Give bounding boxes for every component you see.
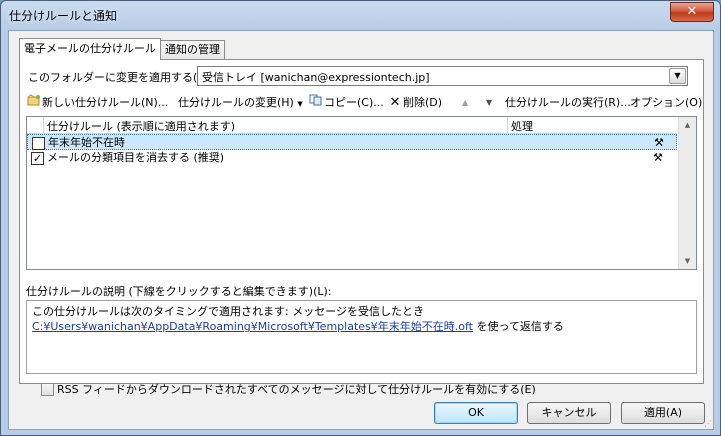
- new-rule-icon: [26, 94, 42, 112]
- copy-label: コピー(C)...: [324, 96, 384, 109]
- delete-x-icon: ✕: [389, 95, 401, 110]
- change-rule-label: 仕分けルールの変更(H): [178, 96, 294, 109]
- resize-grip-icon[interactable]: ⋰: [704, 419, 712, 428]
- options-button[interactable]: オプション(O): [630, 94, 702, 112]
- run-rules-button[interactable]: 仕分けルールの実行(R)...: [505, 94, 631, 112]
- new-rule-label: 新しい仕分けルール(N)...: [42, 96, 169, 109]
- rule-name: メールの分類項目を消去する (推奨): [47, 151, 225, 164]
- move-up-button[interactable]: ▲: [462, 94, 468, 112]
- change-rule-button[interactable]: 仕分けルールの変更(H) ▼: [178, 94, 303, 112]
- dropdown-arrow-icon: ▼: [297, 100, 303, 108]
- column-divider[interactable]: [507, 117, 508, 133]
- rule-enabled-checkbox[interactable]: ✓: [31, 152, 44, 165]
- chevron-down-icon[interactable]: ▼: [669, 68, 686, 84]
- rules-dialog-window: 仕分けルールと通知 ✕ 電子メールの仕分けルール 通知の管理 このフォルダーに変…: [0, 0, 721, 436]
- new-rule-button[interactable]: 新しい仕分けルール(N)...: [26, 94, 168, 112]
- rule-enabled-checkbox[interactable]: [32, 137, 45, 150]
- copy-rule-button[interactable]: コピー(C)...: [308, 94, 384, 112]
- column-header-action[interactable]: 処理: [511, 118, 533, 134]
- description-line-1: この仕分けルールは次のタイミングで適用されます: メッセージを受信したとき: [32, 305, 424, 318]
- rule-action-icon: ⚒: [653, 151, 663, 164]
- template-path-link[interactable]: C:¥Users¥wanichan¥AppData¥Roaming¥Micros…: [32, 320, 473, 333]
- options-label: オプション(O): [630, 96, 703, 109]
- move-down-button[interactable]: ▼: [486, 94, 492, 112]
- column-header-rule[interactable]: 仕分けルール (表示順に適用されます): [47, 118, 235, 134]
- scroll-down-arrow-icon[interactable]: ▼: [679, 253, 696, 269]
- rule-action-icon: ⚒: [654, 136, 664, 149]
- rule-description-box: この仕分けルールは次のタイミングで適用されます: メッセージを受信したとき C:…: [26, 300, 697, 374]
- rss-rules-label[interactable]: RSS フィードからダウンロードされたすべてのメッセージに対して仕分けルールを有…: [57, 381, 536, 397]
- rule-name: 年末年始不在時: [48, 136, 125, 149]
- dialog-client-area: 電子メールの仕分けルール 通知の管理 このフォルダーに変更を適用する(F): 受…: [8, 30, 714, 430]
- apply-button[interactable]: 適用(A): [621, 402, 705, 424]
- folder-select[interactable]: 受信トレイ [wanichan@expressiontech.jp] ▼: [197, 66, 688, 86]
- rss-rules-checkbox[interactable]: [41, 383, 54, 396]
- scroll-up-arrow-icon[interactable]: ▲: [679, 117, 696, 133]
- cancel-button[interactable]: キャンセル: [527, 402, 611, 424]
- description-line-2-suffix: を使って返信する: [472, 320, 564, 333]
- rules-list[interactable]: 仕分けルール (表示順に適用されます) 処理 年末年始不在時 ⚒ ✓ メールの分…: [26, 116, 697, 270]
- rules-list-header: 仕分けルール (表示順に適用されます) 処理: [27, 117, 677, 134]
- rule-row[interactable]: ✓ メールの分類項目を消去する (推奨) ⚒: [27, 150, 677, 166]
- title-bar: 仕分けルールと通知 ✕: [1, 1, 720, 29]
- folder-select-value: 受信トレイ [wanichan@expressiontech.jp]: [202, 71, 430, 84]
- rule-row[interactable]: 年末年始不在時 ⚒: [27, 134, 677, 150]
- folder-label: このフォルダーに変更を適用する(F):: [28, 71, 212, 84]
- rules-list-scrollbar[interactable]: ▲ ▼: [678, 117, 696, 269]
- arrow-up-icon: ▲: [462, 98, 469, 107]
- description-label: 仕分けルールの説明 (下線をクリックすると編集できます)(L):: [26, 285, 332, 298]
- run-rules-label: 仕分けルールの実行(R)...: [505, 96, 631, 109]
- close-button[interactable]: ✕: [670, 2, 714, 22]
- window-title: 仕分けルールと通知: [9, 9, 118, 23]
- tab-email-rules[interactable]: 電子メールの仕分けルール: [19, 38, 161, 60]
- arrow-down-icon: ▼: [486, 98, 493, 107]
- description-line-2: C:¥Users¥wanichan¥AppData¥Roaming¥Micros…: [32, 318, 564, 334]
- email-rules-panel: このフォルダーに変更を適用する(F): 受信トレイ [wanichan@expr…: [19, 59, 704, 396]
- column-divider[interactable]: [43, 117, 44, 133]
- ok-button[interactable]: OK: [434, 402, 518, 424]
- copy-icon: [308, 94, 324, 112]
- tab-manage-alerts[interactable]: 通知の管理: [160, 40, 225, 59]
- delete-label: 削除(D): [403, 96, 443, 109]
- delete-rule-button[interactable]: ✕ 削除(D): [387, 94, 443, 112]
